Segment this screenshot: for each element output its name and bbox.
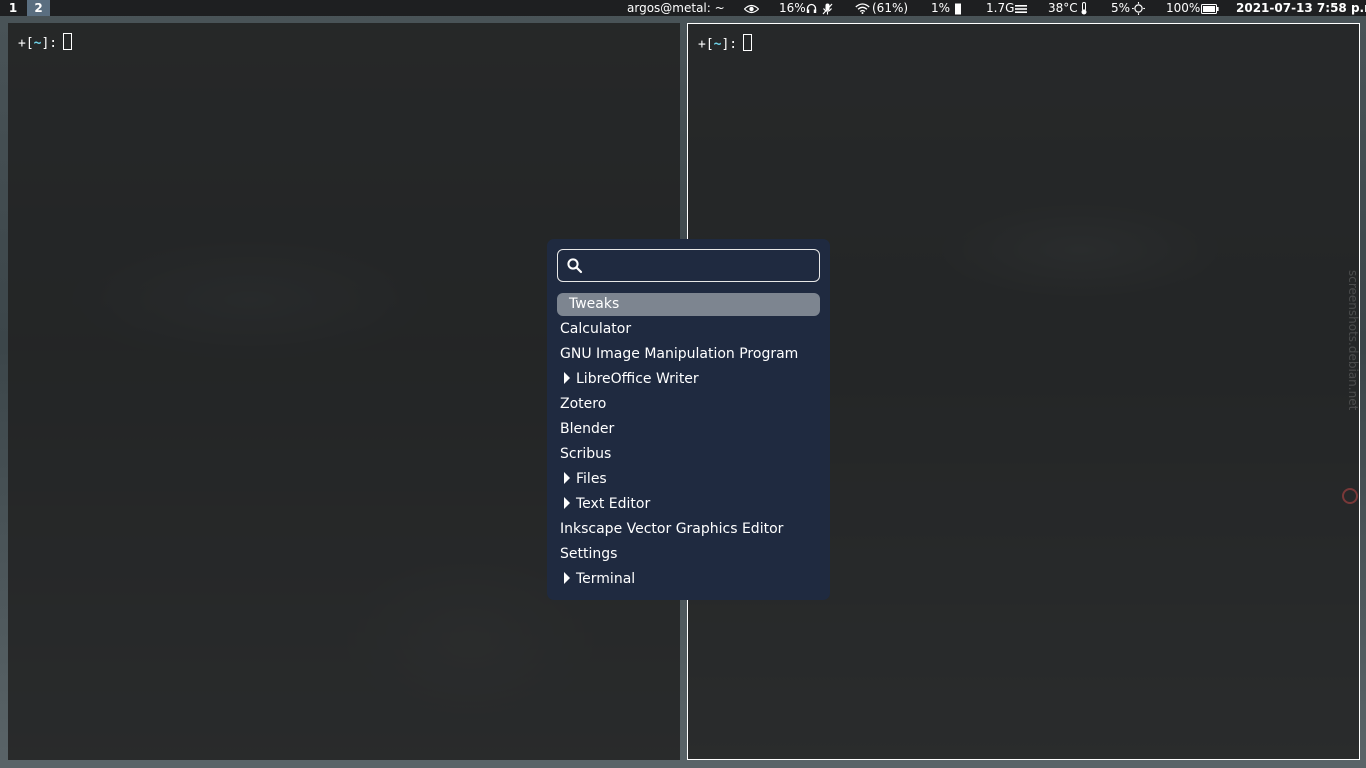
brightness-icon (1132, 0, 1145, 16)
prompt-prefix: +[ (18, 36, 34, 51)
headphones-icon (806, 0, 817, 16)
app-item-libreoffice-writer[interactable]: LibreOffice Writer (557, 368, 820, 393)
app-launcher: Tweaks Calculator GNU Image Manipulation P… (547, 239, 830, 600)
terminal-cursor (63, 33, 73, 50)
terminal-prompt: +[~]: (698, 34, 753, 54)
app-item-label: Settings (560, 546, 618, 562)
workspace-2-button[interactable]: 2 (27, 0, 50, 16)
watermark-text: screenshots.debian.net (1346, 270, 1360, 411)
app-item-calculator[interactable]: Calculator (557, 318, 820, 343)
app-item-label: Text Editor (576, 496, 651, 512)
memory-usage: 1.7G (986, 1, 1015, 15)
app-item-scribus[interactable]: Scribus (557, 443, 820, 468)
temperature: 38°C (1048, 1, 1078, 15)
prompt-suffix: ]: (41, 36, 58, 51)
app-item-label: Tweaks (569, 296, 620, 312)
app-item-label: Terminal (576, 571, 636, 587)
app-item-label: Calculator (560, 321, 632, 337)
cpu-icon (954, 0, 962, 16)
app-list: Tweaks Calculator GNU Image Manipulation P… (557, 293, 820, 593)
app-item-label: Inkscape Vector Graphics Editor (560, 521, 784, 537)
terminal-cursor (743, 34, 753, 51)
wifi-strength: (61%) (872, 1, 909, 15)
memory-icon (1015, 0, 1027, 16)
status-bar: 1 2 argos@metal: ~ 16% (61%) 1% 1.7G 38°… (0, 0, 1366, 16)
workspace-1-button[interactable]: 1 (2, 0, 24, 16)
expand-arrow-icon[interactable] (564, 572, 570, 584)
prompt-suffix: ]: (721, 37, 738, 52)
app-item-zotero[interactable]: Zotero (557, 393, 820, 418)
watermark: screenshots.debian.net (1346, 270, 1362, 510)
window-title: argos@metal: ~ (627, 1, 725, 15)
expand-arrow-icon[interactable] (564, 497, 570, 509)
cpu-usage: 1% (931, 1, 951, 15)
search-input[interactable] (588, 254, 818, 279)
eye-icon (744, 0, 759, 16)
clock: 2021-07-13 7:58 p.m. (1236, 1, 1366, 15)
battery-level: 100% (1166, 1, 1201, 15)
app-item-label: LibreOffice Writer (576, 371, 699, 387)
brightness-level: 5% (1111, 1, 1131, 15)
app-item-label: Scribus (560, 446, 612, 462)
watermark-logo-icon (1342, 488, 1358, 504)
app-item-blender[interactable]: Blender (557, 418, 820, 443)
search-icon (567, 258, 583, 274)
app-item-label: Files (576, 471, 607, 487)
volume-level: 16% (779, 1, 806, 15)
app-item-terminal[interactable]: Terminal (557, 568, 820, 593)
app-item-tweaks[interactable]: Tweaks (557, 293, 820, 316)
expand-arrow-icon[interactable] (564, 472, 570, 484)
app-item-settings[interactable]: Settings (557, 543, 820, 568)
app-item-label: Blender (560, 421, 615, 437)
wifi-icon (855, 0, 870, 16)
expand-arrow-icon[interactable] (564, 372, 570, 384)
search-box[interactable] (557, 249, 820, 282)
prompt-prefix: +[ (698, 37, 714, 52)
app-item-label: GNU Image Manipulation Program (560, 346, 799, 362)
microphone-muted-icon (822, 0, 833, 16)
battery-icon (1201, 0, 1219, 16)
terminal-prompt: +[~]: (18, 33, 73, 53)
volume-status: 16% (779, 0, 806, 16)
app-item-files[interactable]: Files (557, 468, 820, 493)
app-item-gnu-image-manipulation-program[interactable]: GNU Image Manipulation Program (557, 343, 820, 368)
thermometer-icon (1080, 0, 1088, 16)
app-item-label: Zotero (560, 396, 607, 412)
app-item-text-editor[interactable]: Text Editor (557, 493, 820, 518)
app-item-inkscape-vector-graphics-editor[interactable]: Inkscape Vector Graphics Editor (557, 518, 820, 543)
desktop: 1 2 argos@metal: ~ 16% (61%) 1% 1.7G 38°… (0, 0, 1366, 768)
